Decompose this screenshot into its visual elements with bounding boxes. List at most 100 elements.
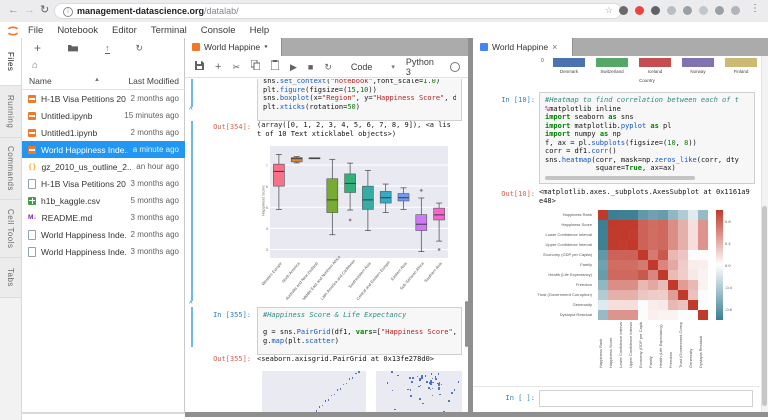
- refresh-icon[interactable]: ↻: [136, 43, 144, 53]
- code-line: f, ax = pl.subplots(figsize=(10, 8)): [545, 138, 697, 147]
- main-scrollbar-thumb[interactable]: [465, 301, 468, 347]
- address-bar[interactable]: i management-datascience.org/datalab/ ☆: [54, 3, 622, 19]
- cell-hscrollbar[interactable]: [545, 175, 695, 180]
- file-row[interactable]: M↓ README.md 3 months ago: [22, 209, 185, 226]
- tab-world-happiness-right[interactable]: World Happine ×: [473, 38, 573, 56]
- file-row[interactable]: {} gz_2010_us_outline_2... an hour ago: [22, 158, 185, 175]
- paste-icon[interactable]: [270, 60, 280, 73]
- extension-icon[interactable]: [635, 6, 644, 15]
- extension-icon[interactable]: [731, 6, 740, 15]
- file-row[interactable]: h1b_kaggle.csv 5 months ago: [22, 192, 185, 209]
- chevron-down-icon[interactable]: ▾: [391, 63, 395, 71]
- right-scrollbar-thumb[interactable]: [762, 206, 767, 406]
- heatmap-cell: [658, 280, 668, 290]
- sort-asc-icon[interactable]: ▲: [94, 77, 100, 83]
- file-row[interactable]: World Happiness Inde... a minute ago: [22, 141, 185, 158]
- bar-label: Iceland: [647, 69, 663, 74]
- heatmap-cell: [608, 270, 618, 280]
- browser-menu-icon[interactable]: ⋮: [750, 3, 760, 14]
- extension-icon[interactable]: [651, 6, 660, 15]
- bookmark-star-icon[interactable]: ☆: [605, 5, 613, 16]
- column-name[interactable]: Name: [29, 76, 52, 86]
- menu-item-notebook[interactable]: Notebook: [57, 25, 98, 36]
- heatmap-cell: [638, 210, 648, 220]
- heatmap-row: [598, 240, 708, 250]
- file-row[interactable]: H-1B Visa Petitions 20... 2 months ago: [22, 90, 185, 107]
- file-row[interactable]: Untitled1.ipynb 2 months ago: [22, 124, 185, 141]
- extension-icon[interactable]: [667, 6, 676, 15]
- heatmap-cell: [618, 210, 628, 220]
- cut-icon[interactable]: ✂: [232, 62, 240, 72]
- forward-icon[interactable]: →: [24, 3, 35, 17]
- back-icon[interactable]: ←: [8, 3, 19, 17]
- menu-item-editor[interactable]: Editor: [112, 25, 137, 36]
- add-cell-icon[interactable]: +: [215, 61, 221, 72]
- file-name: gz_2010_us_outline_2...: [41, 161, 132, 172]
- empty-code-cell[interactable]: [539, 390, 753, 407]
- cell-type-select[interactable]: Code: [351, 62, 373, 72]
- new-launcher-icon[interactable]: +: [34, 42, 41, 54]
- heatmap-cell: [608, 220, 618, 230]
- scatter-point: [315, 410, 318, 412]
- cell-collapser[interactable]: [191, 307, 193, 347]
- home-breadcrumb-icon[interactable]: ⌂: [32, 60, 38, 71]
- stop-icon[interactable]: ■: [308, 62, 313, 72]
- cell-collapser[interactable]: [191, 121, 193, 301]
- code-cell-pairgrid[interactable]: #Happiness Score & Life Expectancy g = s…: [257, 307, 462, 355]
- file-name: Untitled.ipynb: [41, 110, 93, 121]
- code-cell-boxplot[interactable]: sns.set_context("notebook",font_scale=1.…: [257, 79, 462, 121]
- sidebar-tab-cell-tools[interactable]: Cell Tools: [0, 200, 21, 258]
- extension-icon[interactable]: [715, 6, 724, 15]
- menu-item-file[interactable]: File: [28, 25, 43, 36]
- heatmap-row: [598, 210, 708, 220]
- boxplot-ytick: 7: [265, 162, 268, 168]
- sidebar-tab-files[interactable]: Files: [0, 38, 21, 86]
- pairgrid-panel-1: [262, 371, 366, 412]
- heatmap-cell: [648, 260, 658, 270]
- jupyterlab-screenshot: ← → ↻ i management-datascience.org/datal…: [0, 0, 768, 420]
- column-modified[interactable]: Last Modified: [128, 76, 179, 86]
- app-dock: Files Running Commands Cell Tools Tabs + ↑ ↻…: [0, 38, 768, 420]
- heatmap-cell: [628, 230, 638, 240]
- sidebar-tab-tabs[interactable]: Tabs: [0, 258, 21, 298]
- collapser-caret-icon[interactable]: ^: [189, 107, 193, 113]
- reload-icon[interactable]: ↻: [40, 3, 49, 17]
- cell-collapser[interactable]: [191, 79, 193, 107]
- scatter-point: [318, 406, 321, 408]
- restart-kernel-icon[interactable]: ↻: [324, 62, 332, 72]
- file-browser-toolbar: + ↑ ↻: [22, 38, 197, 58]
- browser-toolbar: ← → ↻ i management-datascience.org/datal…: [0, 0, 768, 23]
- extension-icon[interactable]: [683, 6, 692, 15]
- heatmap-row: [598, 250, 708, 260]
- scatter-point: [432, 381, 435, 384]
- upload-icon[interactable]: ↑: [105, 43, 110, 54]
- menu-item-help[interactable]: Help: [250, 25, 270, 36]
- save-icon[interactable]: [195, 60, 204, 73]
- copy-icon[interactable]: [250, 59, 261, 73]
- kernel-name[interactable]: Python 3: [406, 57, 437, 77]
- close-icon[interactable]: ×: [552, 42, 557, 52]
- extension-icon[interactable]: [699, 6, 708, 15]
- file-row[interactable]: H-1B Visa Petitions 20... 3 months ago: [22, 175, 185, 192]
- colorbar-tick: 0.0: [725, 263, 731, 268]
- file-modified: 2 months ago: [130, 230, 179, 239]
- scatter-point: [436, 382, 439, 385]
- file-row[interactable]: Untitled.ipynb 15 minutes ago: [22, 107, 185, 124]
- file-row[interactable]: World Happiness Inde... 2 months ago: [22, 226, 185, 243]
- sidebar-tab-running[interactable]: Running: [0, 86, 21, 138]
- tab-world-happiness-main[interactable]: World Happine ●: [185, 38, 282, 56]
- pairgrid-panel-2: [376, 371, 462, 412]
- code-cell-heatmap[interactable]: #Heatmap to find correlation between eac…: [539, 92, 755, 184]
- extension-icon[interactable]: [619, 6, 628, 15]
- new-folder-icon[interactable]: [67, 39, 79, 57]
- page-info-icon[interactable]: i: [63, 6, 73, 17]
- file-row[interactable]: World Happiness Inde... 3 months ago: [22, 243, 185, 260]
- sidebar-tab-commands[interactable]: Commands: [0, 138, 21, 200]
- file-modified: 3 months ago: [130, 247, 179, 256]
- run-icon[interactable]: ▶: [290, 62, 297, 72]
- heatmap-cell: [638, 250, 648, 260]
- json-file-icon: {}: [28, 162, 37, 171]
- menu-item-terminal[interactable]: Terminal: [151, 25, 187, 36]
- menu-item-console[interactable]: Console: [201, 25, 236, 36]
